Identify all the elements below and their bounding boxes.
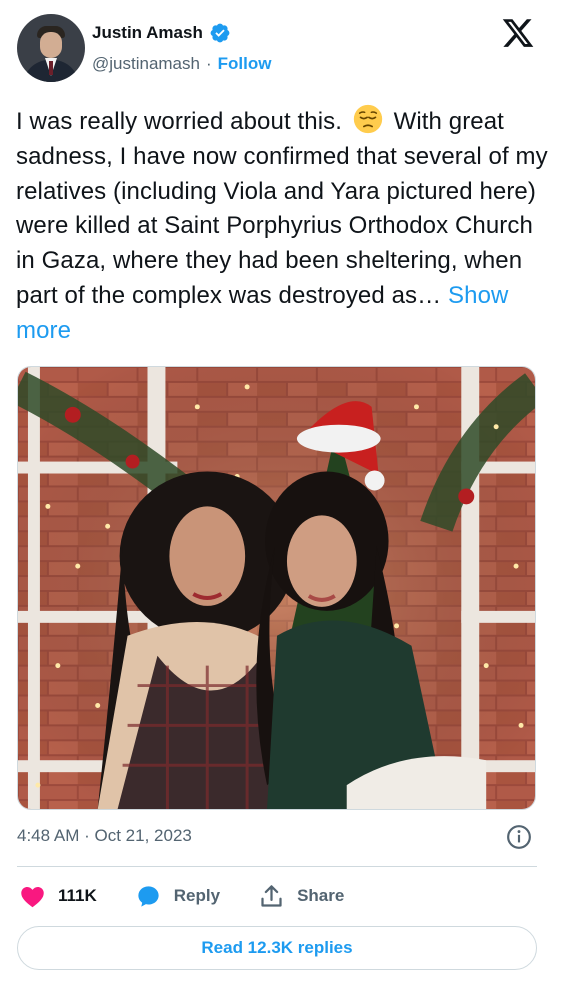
tweet-photo[interactable]	[17, 366, 536, 810]
author-avatar[interactable]	[17, 14, 85, 82]
tweet-date: Oct 21, 2023	[94, 826, 192, 845]
read-replies-button[interactable]: Read 12.3K replies	[17, 926, 537, 970]
author-name[interactable]: Justin Amash	[92, 23, 203, 43]
share-label: Share	[297, 886, 345, 905]
tweet-text: I was really worried about this. With gr…	[16, 104, 556, 349]
reply-bubble-icon	[138, 885, 159, 907]
x-logo-icon[interactable]	[500, 16, 536, 50]
likes-count: 111K	[58, 886, 97, 905]
divider	[17, 866, 537, 867]
reply-button[interactable]: Reply	[135, 883, 220, 910]
share-icon	[261, 884, 282, 907]
info-icon[interactable]	[506, 824, 532, 850]
tweet-timestamp[interactable]: 4:48 AM · Oct 21, 2023	[17, 826, 192, 846]
tweet-text-part2: With great sadness, I have now confirmed…	[16, 108, 548, 309]
heart-icon	[21, 886, 44, 907]
verified-badge-icon	[210, 23, 230, 43]
follow-button[interactable]: Follow	[218, 54, 272, 74]
share-button[interactable]: Share	[258, 883, 344, 910]
pensive-face-emoji-icon	[353, 104, 382, 134]
tweet-card: Justin Amash @justinamash · Follow I was…	[0, 0, 574, 1000]
photo-image	[18, 367, 535, 809]
author-handle[interactable]: @justinamash	[92, 54, 200, 74]
like-button[interactable]: 111K	[19, 883, 97, 910]
reply-label: Reply	[173, 886, 221, 905]
tweet-time: 4:48 AM	[17, 826, 80, 845]
tweet-text-part1: I was really worried about this.	[16, 108, 343, 135]
author-name-row: Justin Amash	[92, 22, 231, 44]
action-bar: 111K Reply Share	[19, 880, 382, 912]
author-handle-row: @justinamash · Follow	[92, 54, 271, 74]
handle-separator: ·	[205, 54, 212, 73]
meta-separator: ·	[84, 826, 90, 845]
